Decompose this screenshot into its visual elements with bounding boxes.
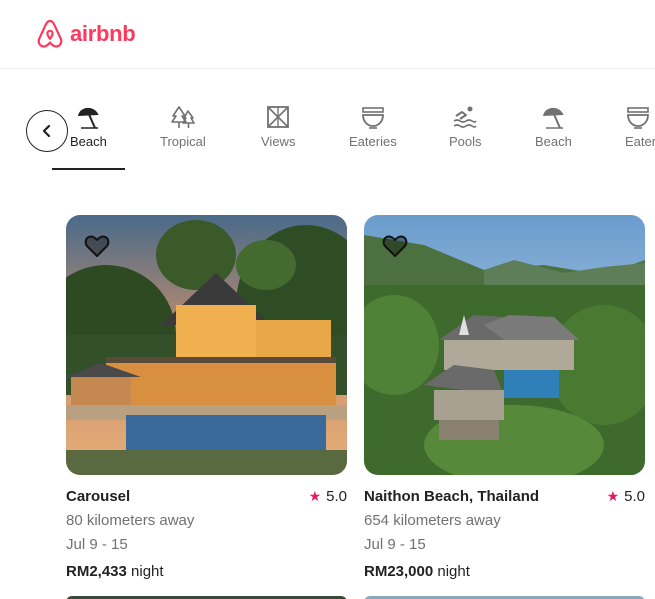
category-beach[interactable]: Beach: [52, 104, 125, 170]
star-icon: ★: [606, 488, 620, 504]
airbnb-logo[interactable]: airbnb: [34, 18, 136, 50]
listing-title: Naithon Beach, Thailand: [364, 488, 540, 505]
category-label: Beach: [70, 134, 107, 149]
listing-card-2[interactable]: Naithon Beach, Thailand ★ 5.0 654 kilome…: [364, 215, 645, 580]
listing-card-1[interactable]: Carousel ★ 5.0 80 kilometers away Jul 9 …: [66, 215, 347, 580]
swimmer-icon: [453, 106, 477, 128]
category-pools[interactable]: Pools: [449, 104, 482, 170]
listing-photo[interactable]: [66, 215, 347, 475]
heart-icon[interactable]: [381, 232, 409, 260]
category-views[interactable]: Views: [261, 104, 295, 170]
beach-umbrella-icon: [78, 107, 99, 129]
listing-price: RM23,000 night: [364, 563, 645, 580]
beach-umbrella-icon: [543, 107, 564, 129]
listing-price: RM2,433 night: [66, 563, 347, 580]
category-eateries[interactable]: Eateries: [349, 104, 397, 170]
listing-photo[interactable]: [364, 215, 645, 475]
category-label: Views: [261, 134, 296, 149]
listing-header-row: Carousel ★ 5.0: [66, 488, 347, 505]
category-label: Pools: [449, 134, 482, 149]
category-eateries-2[interactable]: Eater: [625, 104, 655, 170]
listing-title: Carousel: [66, 488, 131, 505]
window-view-icon: [267, 106, 290, 128]
noodle-bowl-icon: [361, 107, 384, 129]
category-label: Eater: [625, 134, 655, 149]
airbnb-logo-icon: [37, 19, 63, 48]
category-label: Tropical: [160, 134, 206, 149]
brand-name: airbnb: [70, 21, 136, 46]
listing-rating: ★ 5.0: [607, 488, 645, 505]
listing-rating: ★ 5.0: [309, 488, 347, 505]
category-label: Beach: [535, 134, 572, 149]
price-unit: night: [433, 563, 470, 580]
listing-dates: Jul 9 - 15: [364, 536, 426, 553]
rating-value: 5.0: [326, 488, 347, 505]
top-header: airbnb: [0, 0, 655, 69]
category-tropical[interactable]: Tropical: [160, 104, 206, 170]
palm-trees-icon: [171, 106, 195, 128]
categories-prev-button[interactable]: [26, 110, 68, 152]
category-beach-2[interactable]: Beach: [535, 104, 572, 170]
listing-header-row: Naithon Beach, Thailand ★ 5.0: [364, 488, 645, 505]
heart-icon[interactable]: [83, 232, 111, 260]
chevron-left-icon: [42, 124, 51, 138]
rating-value: 5.0: [624, 488, 645, 505]
listing-dates: Jul 9 - 15: [66, 536, 128, 553]
star-icon: ★: [308, 488, 322, 504]
noodle-bowl-icon: [627, 107, 649, 129]
category-label: Eateries: [349, 134, 397, 149]
price-amount: RM23,000: [364, 563, 434, 580]
listing-distance: 80 kilometers away: [66, 512, 195, 529]
price-unit: night: [126, 563, 164, 580]
price-amount: RM2,433: [66, 563, 127, 580]
listing-distance: 654 kilometers away: [364, 512, 501, 529]
